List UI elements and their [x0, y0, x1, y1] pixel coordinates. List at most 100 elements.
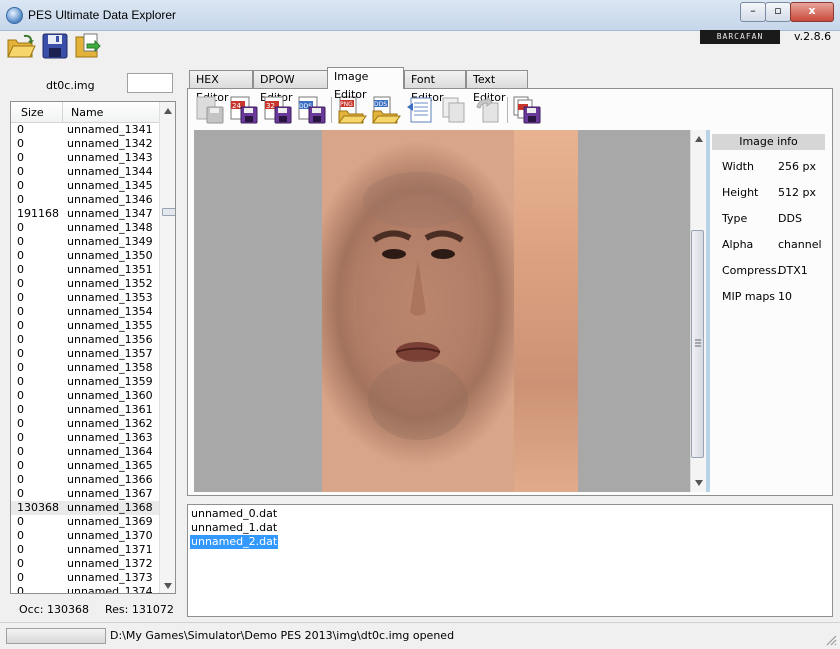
- save-disabled-icon: [195, 95, 225, 125]
- export-icon[interactable]: [73, 32, 103, 60]
- list-item[interactable]: 0 unnamed_1342: [11, 137, 159, 151]
- list-item[interactable]: 0 unnamed_1343: [11, 151, 159, 165]
- maximize-button[interactable]: ▫: [765, 2, 791, 22]
- dat-file-item[interactable]: unnamed_2.dat: [190, 535, 279, 549]
- list-item[interactable]: 0 unnamed_1350: [11, 249, 159, 263]
- entry-name: unnamed_1371: [67, 543, 153, 556]
- scroll-down-icon[interactable]: [695, 480, 703, 486]
- list-item[interactable]: 0 unnamed_1349: [11, 235, 159, 249]
- list-item[interactable]: 0 unnamed_1351: [11, 263, 159, 277]
- list-item[interactable]: 0 unnamed_1344: [11, 165, 159, 179]
- entry-size: 0: [17, 557, 24, 570]
- entry-size: 0: [17, 193, 24, 206]
- batch-export-icon[interactable]: [405, 95, 435, 125]
- list-item[interactable]: 0 unnamed_1345: [11, 179, 159, 193]
- column-separator[interactable]: [62, 102, 63, 122]
- entry-name: unnamed_1370: [67, 529, 153, 542]
- entry-name: unnamed_1360: [67, 389, 153, 402]
- entry-size: 0: [17, 235, 24, 248]
- list-item[interactable]: 0 unnamed_1356: [11, 333, 159, 347]
- list-item[interactable]: 0 unnamed_1360: [11, 389, 159, 403]
- entry-name: unnamed_1362: [67, 417, 153, 430]
- tab-dpow-editor[interactable]: DPOW Editor: [253, 70, 328, 104]
- list-item[interactable]: 0 unnamed_1366: [11, 473, 159, 487]
- list-item[interactable]: 0 unnamed_1354: [11, 305, 159, 319]
- svg-text:DDS: DDS: [374, 101, 387, 108]
- entry-size: 0: [17, 585, 24, 594]
- scroll-up-icon[interactable]: [695, 136, 703, 142]
- list-item[interactable]: 0 unnamed_1357: [11, 347, 159, 361]
- list-item[interactable]: 0 unnamed_1352: [11, 277, 159, 291]
- entry-name: unnamed_1353: [67, 291, 153, 304]
- list-item[interactable]: 0 unnamed_1362: [11, 417, 159, 431]
- tab-hex-editor[interactable]: HEX Editor: [189, 70, 253, 104]
- save-dds-icon[interactable]: DDS: [297, 95, 327, 125]
- dat-file-list[interactable]: unnamed_0.dat unnamed_1.dat unnamed_2.dat: [187, 504, 833, 617]
- info-label: MIP maps: [722, 290, 776, 303]
- resize-grip-icon[interactable]: [825, 634, 837, 646]
- list-item[interactable]: 0 unnamed_1365: [11, 459, 159, 473]
- tab-font-editor[interactable]: Font Editor: [404, 70, 466, 104]
- list-item[interactable]: 0 unnamed_1363: [11, 431, 159, 445]
- entry-size: 0: [17, 473, 24, 486]
- entry-name: unnamed_1361: [67, 403, 153, 416]
- scroll-up-icon[interactable]: [164, 108, 172, 114]
- list-item[interactable]: 0 unnamed_1369: [11, 515, 159, 529]
- dat-file-item[interactable]: unnamed_0.dat: [190, 507, 278, 521]
- file-entry-list[interactable]: Size Name 0 unnamed_1341 0 unnamed_1342 0 unn…: [10, 101, 176, 594]
- list-item[interactable]: 0 unnamed_1371: [11, 543, 159, 557]
- tab-text-editor[interactable]: Text Editor: [466, 70, 528, 104]
- tab-image-editor[interactable]: Image Editor: [327, 67, 404, 101]
- list-item[interactable]: 0 unnamed_1370: [11, 529, 159, 543]
- entry-name: unnamed_1365: [67, 459, 153, 472]
- face-texture-image: [322, 130, 514, 492]
- list-item[interactable]: 0 unnamed_1355: [11, 319, 159, 333]
- list-item[interactable]: 0 unnamed_1374: [11, 585, 159, 594]
- list-item[interactable]: 0 unnamed_1361: [11, 403, 159, 417]
- save-24bit-icon[interactable]: 24: [229, 95, 259, 125]
- entry-size: 0: [17, 403, 24, 416]
- list-item[interactable]: 0 unnamed_1341: [11, 123, 159, 137]
- name-column-header[interactable]: Name: [71, 106, 103, 119]
- close-button[interactable]: x: [790, 2, 834, 22]
- list-item[interactable]: 130368 unnamed_1368: [11, 501, 159, 515]
- preview-scroll-thumb[interactable]: [691, 230, 704, 458]
- size-column-header[interactable]: Size: [21, 106, 44, 119]
- search-input[interactable]: [127, 73, 173, 93]
- save-32bit-icon[interactable]: 32: [263, 95, 293, 125]
- image-preview[interactable]: [194, 130, 690, 492]
- list-item[interactable]: 0 unnamed_1373: [11, 571, 159, 585]
- dat-file-item[interactable]: unnamed_1.dat: [190, 521, 278, 535]
- entry-size: 0: [17, 249, 24, 262]
- save-multi-icon[interactable]: [512, 95, 542, 125]
- status-text: D:\My Games\Simulator\Demo PES 2013\img\…: [110, 629, 455, 642]
- entry-size: 0: [17, 543, 24, 556]
- save-icon[interactable]: [40, 32, 70, 60]
- list-item[interactable]: 0 unnamed_1367: [11, 487, 159, 501]
- list-item[interactable]: 191168 unnamed_1347: [11, 207, 159, 221]
- list-header: Size Name: [11, 102, 159, 123]
- entry-name: unnamed_1347: [67, 207, 153, 220]
- import-dds-icon[interactable]: DDS: [371, 95, 401, 125]
- entry-name: unnamed_1374: [67, 585, 153, 594]
- entry-size: 0: [17, 221, 24, 234]
- splitter-handle[interactable]: [706, 130, 710, 492]
- list-item[interactable]: 0 unnamed_1353: [11, 291, 159, 305]
- list-item[interactable]: 0 unnamed_1348: [11, 221, 159, 235]
- entry-size: 0: [17, 431, 24, 444]
- open-folder-icon[interactable]: [6, 32, 36, 60]
- entry-size: 0: [17, 459, 24, 472]
- list-item[interactable]: 0 unnamed_1346: [11, 193, 159, 207]
- list-item[interactable]: 0 unnamed_1372: [11, 557, 159, 571]
- list-item[interactable]: 0 unnamed_1358: [11, 361, 159, 375]
- list-scrollbar[interactable]: [159, 102, 175, 593]
- minimize-button[interactable]: –: [740, 2, 766, 22]
- app-icon: [6, 7, 23, 24]
- list-item[interactable]: 0 unnamed_1359: [11, 375, 159, 389]
- list-item[interactable]: 0 unnamed_1364: [11, 445, 159, 459]
- scroll-down-icon[interactable]: [164, 583, 172, 589]
- entry-name: unnamed_1348: [67, 221, 153, 234]
- list-scroll-thumb[interactable]: [162, 208, 175, 216]
- entry-name: unnamed_1356: [67, 333, 153, 346]
- info-value: DTX1: [778, 264, 808, 277]
